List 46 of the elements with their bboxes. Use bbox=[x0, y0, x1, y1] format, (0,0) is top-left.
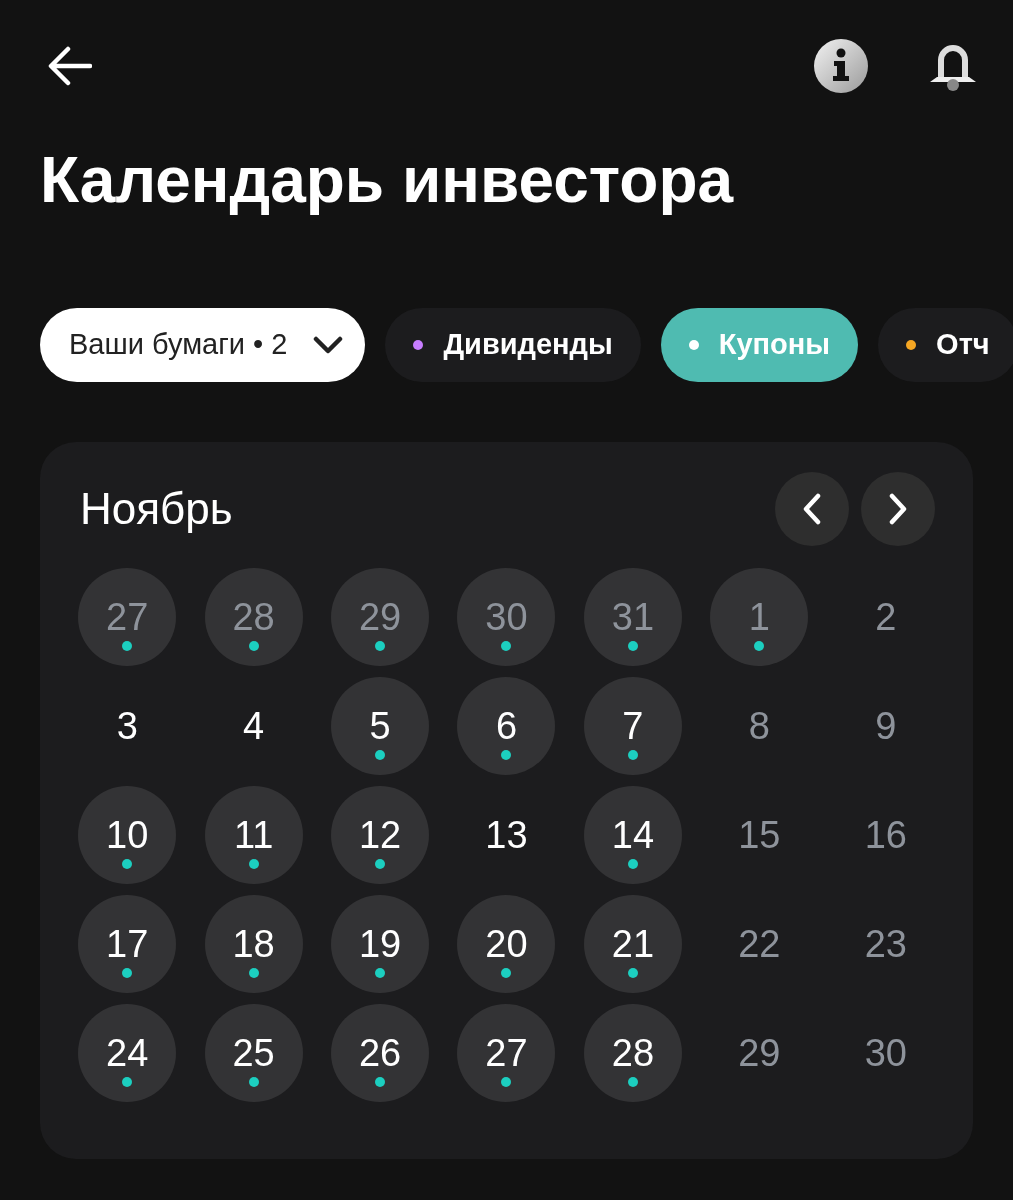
calendar-day-with-event[interactable]: 19 bbox=[331, 895, 430, 993]
calendar-day-with-event[interactable]: 30 bbox=[457, 568, 556, 666]
calendar-day-with-event[interactable]: 17 bbox=[78, 895, 177, 993]
calendar-day[interactable]: 29 bbox=[710, 1004, 809, 1102]
calendar-day-with-event[interactable]: 5 bbox=[331, 677, 430, 775]
info-icon bbox=[813, 38, 869, 94]
calendar-day-with-event[interactable]: 26 bbox=[331, 1004, 430, 1102]
calendar-day[interactable]: 30 bbox=[836, 1004, 935, 1102]
calendar-day[interactable]: 22 bbox=[710, 895, 809, 993]
calendar-day-with-event[interactable]: 29 bbox=[331, 568, 430, 666]
info-button[interactable] bbox=[813, 38, 869, 94]
filter-chip[interactable]: Отч bbox=[878, 308, 1013, 382]
calendar-day-with-event[interactable]: 1 bbox=[710, 568, 809, 666]
calendar-day-with-event[interactable]: 21 bbox=[583, 895, 682, 993]
calendar-day-with-event[interactable]: 28 bbox=[204, 568, 303, 666]
calendar-day-with-event[interactable]: 20 bbox=[457, 895, 556, 993]
calendar-day[interactable]: 13 bbox=[457, 786, 556, 884]
calendar-day-with-event[interactable]: 11 bbox=[204, 786, 303, 884]
calendar-day-with-event[interactable]: 6 bbox=[457, 677, 556, 775]
calendar-day-with-event[interactable]: 27 bbox=[78, 568, 177, 666]
calendar-day-with-event[interactable]: 28 bbox=[583, 1004, 682, 1102]
month-title: Ноябрь bbox=[80, 483, 233, 535]
calendar-day[interactable]: 2 bbox=[836, 568, 935, 666]
calendar-day-with-event[interactable]: 14 bbox=[583, 786, 682, 884]
portfolio-dropdown[interactable]: Ваши бумаги • 2 bbox=[40, 308, 366, 382]
filter-chip[interactable]: Дивиденды bbox=[385, 308, 641, 382]
chevron-left-icon bbox=[802, 493, 822, 525]
calendar-day[interactable]: 8 bbox=[710, 677, 809, 775]
calendar-day-with-event[interactable]: 27 bbox=[457, 1004, 556, 1102]
page-title: Календарь инвестора bbox=[40, 143, 735, 218]
chevron-right-icon bbox=[888, 493, 908, 525]
calendar-day-with-event[interactable]: 10 bbox=[78, 786, 177, 884]
calendar-day-with-event[interactable]: 24 bbox=[78, 1004, 177, 1102]
calendar-day[interactable]: 3 bbox=[78, 677, 177, 775]
calendar-day-with-event[interactable]: 18 bbox=[204, 895, 303, 993]
calendar-day[interactable]: 9 bbox=[836, 677, 935, 775]
chevron-down-icon bbox=[313, 336, 344, 354]
calendar-day[interactable]: 15 bbox=[710, 786, 809, 884]
calendar-day[interactable]: 16 bbox=[836, 786, 935, 884]
calendar-day[interactable]: 23 bbox=[836, 895, 935, 993]
calendar-day-with-event[interactable]: 25 bbox=[204, 1004, 303, 1102]
calendar-day-with-event[interactable]: 31 bbox=[583, 568, 682, 666]
calendar-day-with-event[interactable]: 7 bbox=[583, 677, 682, 775]
back-arrow-icon bbox=[48, 46, 92, 86]
calendar-day[interactable]: 4 bbox=[204, 677, 303, 775]
calendar-day-with-event[interactable]: 12 bbox=[331, 786, 430, 884]
